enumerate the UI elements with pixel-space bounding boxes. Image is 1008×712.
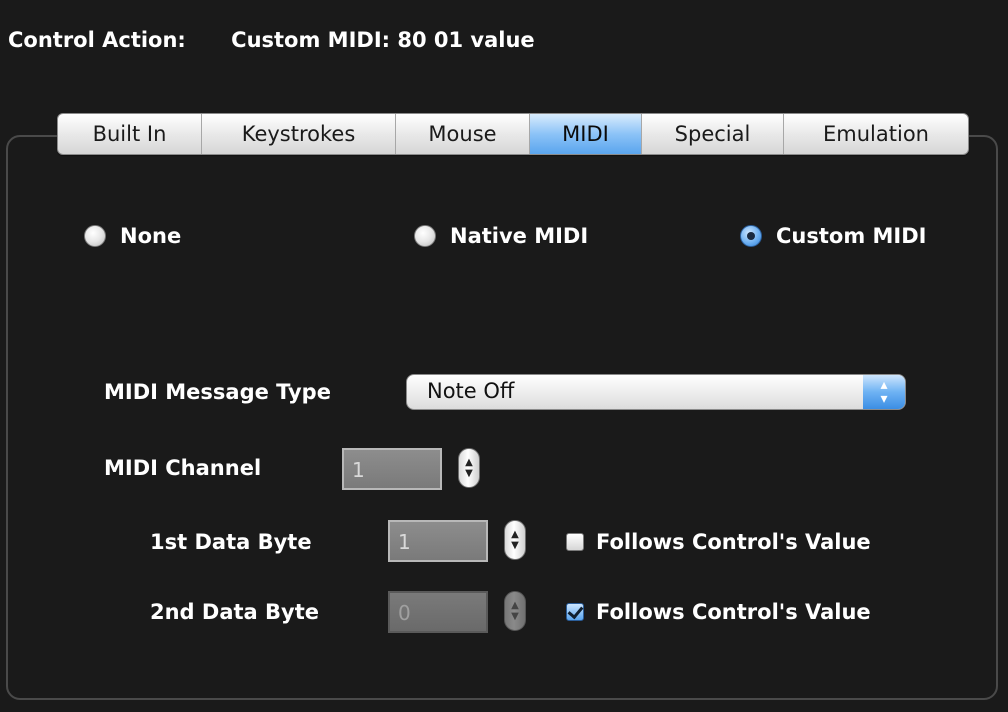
- popup-arrows-icon: ▴ ▾: [863, 375, 905, 409]
- radio-native-midi-label: Native MIDI: [450, 224, 589, 248]
- data-byte-1-follows-label: Follows Control's Value: [596, 530, 871, 554]
- data-byte-1-field[interactable]: 1: [388, 520, 488, 562]
- tab-special[interactable]: Special: [642, 114, 784, 154]
- data-byte-2-field[interactable]: 0: [388, 591, 488, 633]
- tab-emulation[interactable]: Emulation: [784, 114, 968, 154]
- stepper-down-icon: ▼: [511, 540, 519, 551]
- radio-custom-midi-label: Custom MIDI: [776, 224, 927, 248]
- midi-channel-label: MIDI Channel: [104, 456, 262, 480]
- data-byte-2-follows-label: Follows Control's Value: [596, 600, 871, 624]
- radio-none-label: None: [120, 224, 182, 248]
- midi-message-type-label: MIDI Message Type: [104, 380, 331, 404]
- midi-message-type-select[interactable]: Note Off ▴ ▾: [406, 374, 906, 410]
- data-byte-1-label: 1st Data Byte: [150, 530, 312, 554]
- data-byte-2-stepper[interactable]: ▲ ▼: [504, 591, 526, 631]
- control-action-header: Control Action: Custom MIDI: 80 01 value: [8, 28, 535, 52]
- radio-none[interactable]: None: [84, 224, 181, 248]
- data-byte-1-follows-checkbox[interactable]: [566, 533, 584, 551]
- control-action-window: Control Action: Custom MIDI: 80 01 value…: [0, 0, 1008, 712]
- stepper-down-icon: ▼: [511, 611, 519, 622]
- stepper-up-icon: ▲: [511, 600, 519, 611]
- radio-custom-midi-button[interactable]: [740, 225, 762, 247]
- midi-message-type-value: Note Off: [427, 379, 515, 403]
- data-byte-1-stepper[interactable]: ▲ ▼: [504, 520, 526, 560]
- stepper-down-icon: ▼: [465, 468, 473, 479]
- radio-native-midi[interactable]: Native MIDI: [414, 224, 588, 248]
- stepper-up-icon: ▲: [465, 457, 473, 468]
- tab-built-in[interactable]: Built In: [58, 114, 202, 154]
- midi-channel-stepper[interactable]: ▲ ▼: [458, 448, 480, 488]
- midi-channel-field[interactable]: 1: [342, 448, 442, 490]
- tab-midi[interactable]: MIDI: [530, 114, 642, 154]
- control-action-value: Custom MIDI: 80 01 value: [231, 28, 535, 52]
- tab-keystrokes[interactable]: Keystrokes: [202, 114, 396, 154]
- action-tabs: Built In Keystrokes Mouse MIDI Special E…: [57, 113, 969, 155]
- data-byte-2-label: 2nd Data Byte: [150, 600, 320, 624]
- data-byte-1-follows[interactable]: Follows Control's Value: [566, 530, 871, 554]
- radio-custom-midi[interactable]: Custom MIDI: [740, 224, 926, 248]
- radio-native-midi-button[interactable]: [414, 225, 436, 247]
- control-action-label: Control Action:: [8, 28, 186, 52]
- data-byte-2-follows-checkbox[interactable]: [566, 603, 584, 621]
- tab-mouse[interactable]: Mouse: [396, 114, 530, 154]
- stepper-up-icon: ▲: [511, 529, 519, 540]
- data-byte-2-follows[interactable]: Follows Control's Value: [566, 600, 871, 624]
- radio-none-button[interactable]: [84, 225, 106, 247]
